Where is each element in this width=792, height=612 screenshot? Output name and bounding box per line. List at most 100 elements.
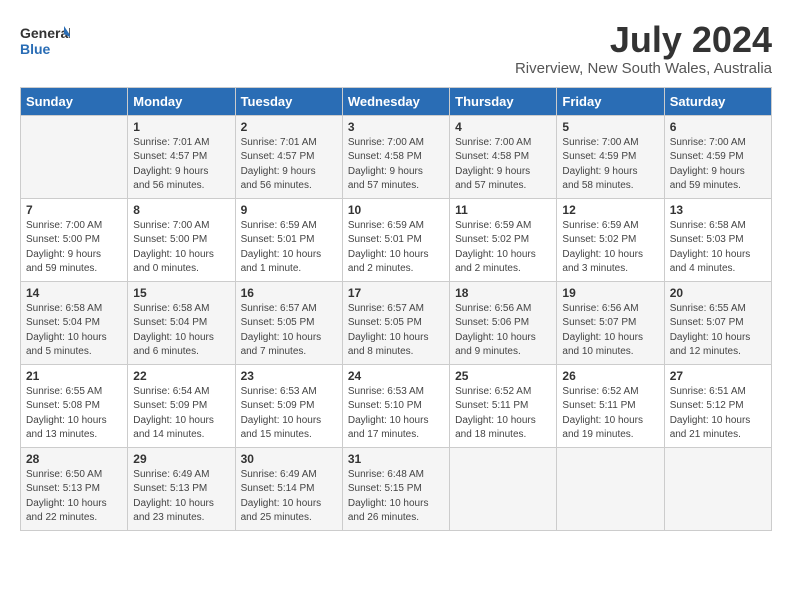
day-number: 23: [241, 369, 337, 383]
day-info: Sunrise: 6:59 AMSunset: 5:01 PMDaylight:…: [348, 219, 444, 277]
day-info: Sunrise: 6:52 AMSunset: 5:11 PMDaylight:…: [455, 385, 551, 443]
calendar-cell: 18 Sunrise: 6:56 AMSunset: 5:06 PMDayligh…: [450, 281, 557, 364]
day-number: 14: [26, 286, 122, 300]
day-number: 20: [670, 286, 766, 300]
day-number: 18: [455, 286, 551, 300]
day-info: Sunrise: 6:59 AMSunset: 5:02 PMDaylight:…: [455, 219, 551, 277]
logo-svg: General Blue: [20, 20, 70, 62]
day-info: Sunrise: 7:00 AMSunset: 5:00 PMDaylight:…: [26, 219, 122, 277]
calendar-cell: 5Sunrise: 7:00 AMSunset: 4:59 PMDaylight…: [557, 115, 664, 198]
day-info: Sunrise: 6:56 AMSunset: 5:06 PMDaylight:…: [455, 302, 551, 360]
day-info: Sunrise: 7:00 AMSunset: 4:58 PMDaylight:…: [348, 136, 444, 194]
calendar-cell: 7 Sunrise: 7:00 AMSunset: 5:00 PMDaylight…: [21, 198, 128, 281]
day-info: Sunrise: 6:53 AMSunset: 5:09 PMDaylight:…: [241, 385, 337, 443]
day-number: 8: [133, 203, 229, 217]
day-info: Sunrise: 7:00 AMSunset: 4:59 PMDaylight:…: [562, 136, 658, 194]
logo: General Blue: [20, 20, 70, 62]
calendar-cell: 15 Sunrise: 6:58 AMSunset: 5:04 PMDayligh…: [128, 281, 235, 364]
day-number: 11: [455, 203, 551, 217]
day-number: 7: [26, 203, 122, 217]
day-number: 2: [241, 120, 337, 134]
calendar-cell: [557, 447, 664, 530]
day-info: Sunrise: 6:52 AMSunset: 5:11 PMDaylight:…: [562, 385, 658, 443]
day-info: Sunrise: 6:58 AMSunset: 5:03 PMDaylight:…: [670, 219, 766, 277]
page-header: General Blue July 2024 Riverview, New So…: [20, 20, 772, 77]
day-info: Sunrise: 7:01 AMSunset: 4:57 PMDaylight:…: [133, 136, 229, 194]
calendar-cell: 26 Sunrise: 6:52 AMSunset: 5:11 PMDayligh…: [557, 364, 664, 447]
day-info: Sunrise: 6:59 AMSunset: 5:01 PMDaylight:…: [241, 219, 337, 277]
calendar-cell: [450, 447, 557, 530]
calendar-cell: 25 Sunrise: 6:52 AMSunset: 5:11 PMDayligh…: [450, 364, 557, 447]
calendar-cell: 4Sunrise: 7:00 AMSunset: 4:58 PMDaylight…: [450, 115, 557, 198]
day-number: 12: [562, 203, 658, 217]
location: Riverview, New South Wales, Australia: [515, 60, 772, 77]
calendar-cell: 6Sunrise: 7:00 AMSunset: 4:59 PMDaylight…: [664, 115, 771, 198]
title-block: July 2024 Riverview, New South Wales, Au…: [515, 20, 772, 77]
calendar-week-row: 14 Sunrise: 6:58 AMSunset: 5:04 PMDayligh…: [21, 281, 772, 364]
day-info: Sunrise: 6:54 AMSunset: 5:09 PMDaylight:…: [133, 385, 229, 443]
calendar-cell: 17 Sunrise: 6:57 AMSunset: 5:05 PMDayligh…: [342, 281, 449, 364]
calendar-cell: 10 Sunrise: 6:59 AMSunset: 5:01 PMDayligh…: [342, 198, 449, 281]
day-info: Sunrise: 6:57 AMSunset: 5:05 PMDaylight:…: [348, 302, 444, 360]
month-year: July 2024: [515, 20, 772, 60]
day-number: 19: [562, 286, 658, 300]
calendar-cell: 31Sunrise: 6:48 AMSunset: 5:15 PMDayligh…: [342, 447, 449, 530]
day-number: 27: [670, 369, 766, 383]
day-number: 10: [348, 203, 444, 217]
calendar-cell: 14Sunrise: 6:58 AMSunset: 5:04 PMDayligh…: [21, 281, 128, 364]
day-number: 1: [133, 120, 229, 134]
day-info: Sunrise: 6:58 AMSunset: 5:04 PMDaylight:…: [133, 302, 229, 360]
calendar-week-row: 7 Sunrise: 7:00 AMSunset: 5:00 PMDaylight…: [21, 198, 772, 281]
calendar-cell: 28Sunrise: 6:50 AMSunset: 5:13 PMDayligh…: [21, 447, 128, 530]
weekday-header: Thursday: [450, 87, 557, 115]
calendar-cell: 27 Sunrise: 6:51 AMSunset: 5:12 PMDayligh…: [664, 364, 771, 447]
calendar-week-row: 1 Sunrise: 7:01 AMSunset: 4:57 PMDaylight…: [21, 115, 772, 198]
calendar-cell: 30 Sunrise: 6:49 AMSunset: 5:14 PMDayligh…: [235, 447, 342, 530]
weekday-header: Wednesday: [342, 87, 449, 115]
day-info: Sunrise: 6:49 AMSunset: 5:13 PMDaylight:…: [133, 468, 229, 526]
calendar-cell: 24Sunrise: 6:53 AMSunset: 5:10 PMDayligh…: [342, 364, 449, 447]
weekday-header: Friday: [557, 87, 664, 115]
weekday-header: Tuesday: [235, 87, 342, 115]
day-info: Sunrise: 6:55 AMSunset: 5:08 PMDaylight:…: [26, 385, 122, 443]
calendar-cell: [664, 447, 771, 530]
day-info: Sunrise: 6:50 AMSunset: 5:13 PMDaylight:…: [26, 468, 122, 526]
calendar-week-row: 21 Sunrise: 6:55 AMSunset: 5:08 PMDayligh…: [21, 364, 772, 447]
day-number: 26: [562, 369, 658, 383]
day-number: 17: [348, 286, 444, 300]
day-info: Sunrise: 6:59 AMSunset: 5:02 PMDaylight:…: [562, 219, 658, 277]
day-number: 3: [348, 120, 444, 134]
weekday-header: Monday: [128, 87, 235, 115]
day-number: 13: [670, 203, 766, 217]
day-info: Sunrise: 7:01 AMSunset: 4:57 PMDaylight:…: [241, 136, 337, 194]
calendar-cell: 19 Sunrise: 6:56 AMSunset: 5:07 PMDayligh…: [557, 281, 664, 364]
day-number: 21: [26, 369, 122, 383]
day-info: Sunrise: 6:56 AMSunset: 5:07 PMDaylight:…: [562, 302, 658, 360]
day-number: 31: [348, 452, 444, 466]
calendar-cell: 8Sunrise: 7:00 AMSunset: 5:00 PMDaylight…: [128, 198, 235, 281]
day-number: 30: [241, 452, 337, 466]
weekday-header: Saturday: [664, 87, 771, 115]
day-info: Sunrise: 6:53 AMSunset: 5:10 PMDaylight:…: [348, 385, 444, 443]
calendar-cell: 11 Sunrise: 6:59 AMSunset: 5:02 PMDayligh…: [450, 198, 557, 281]
svg-text:Blue: Blue: [20, 41, 51, 57]
day-info: Sunrise: 6:51 AMSunset: 5:12 PMDaylight:…: [670, 385, 766, 443]
calendar-cell: 12 Sunrise: 6:59 AMSunset: 5:02 PMDayligh…: [557, 198, 664, 281]
calendar-cell: [21, 115, 128, 198]
weekday-header: Sunday: [21, 87, 128, 115]
svg-text:General: General: [20, 25, 70, 41]
calendar-table: SundayMondayTuesdayWednesdayThursdayFrid…: [20, 87, 772, 531]
calendar-week-row: 28Sunrise: 6:50 AMSunset: 5:13 PMDayligh…: [21, 447, 772, 530]
day-info: Sunrise: 6:57 AMSunset: 5:05 PMDaylight:…: [241, 302, 337, 360]
calendar-cell: 20Sunrise: 6:55 AMSunset: 5:07 PMDayligh…: [664, 281, 771, 364]
day-number: 4: [455, 120, 551, 134]
calendar-cell: 1 Sunrise: 7:01 AMSunset: 4:57 PMDaylight…: [128, 115, 235, 198]
calendar-cell: 23 Sunrise: 6:53 AMSunset: 5:09 PMDayligh…: [235, 364, 342, 447]
calendar-cell: 2 Sunrise: 7:01 AMSunset: 4:57 PMDaylight…: [235, 115, 342, 198]
calendar-cell: 22Sunrise: 6:54 AMSunset: 5:09 PMDayligh…: [128, 364, 235, 447]
day-number: 15: [133, 286, 229, 300]
day-number: 25: [455, 369, 551, 383]
calendar-cell: 16Sunrise: 6:57 AMSunset: 5:05 PMDayligh…: [235, 281, 342, 364]
day-info: Sunrise: 6:49 AMSunset: 5:14 PMDaylight:…: [241, 468, 337, 526]
calendar-cell: 3 Sunrise: 7:00 AMSunset: 4:58 PMDaylight…: [342, 115, 449, 198]
